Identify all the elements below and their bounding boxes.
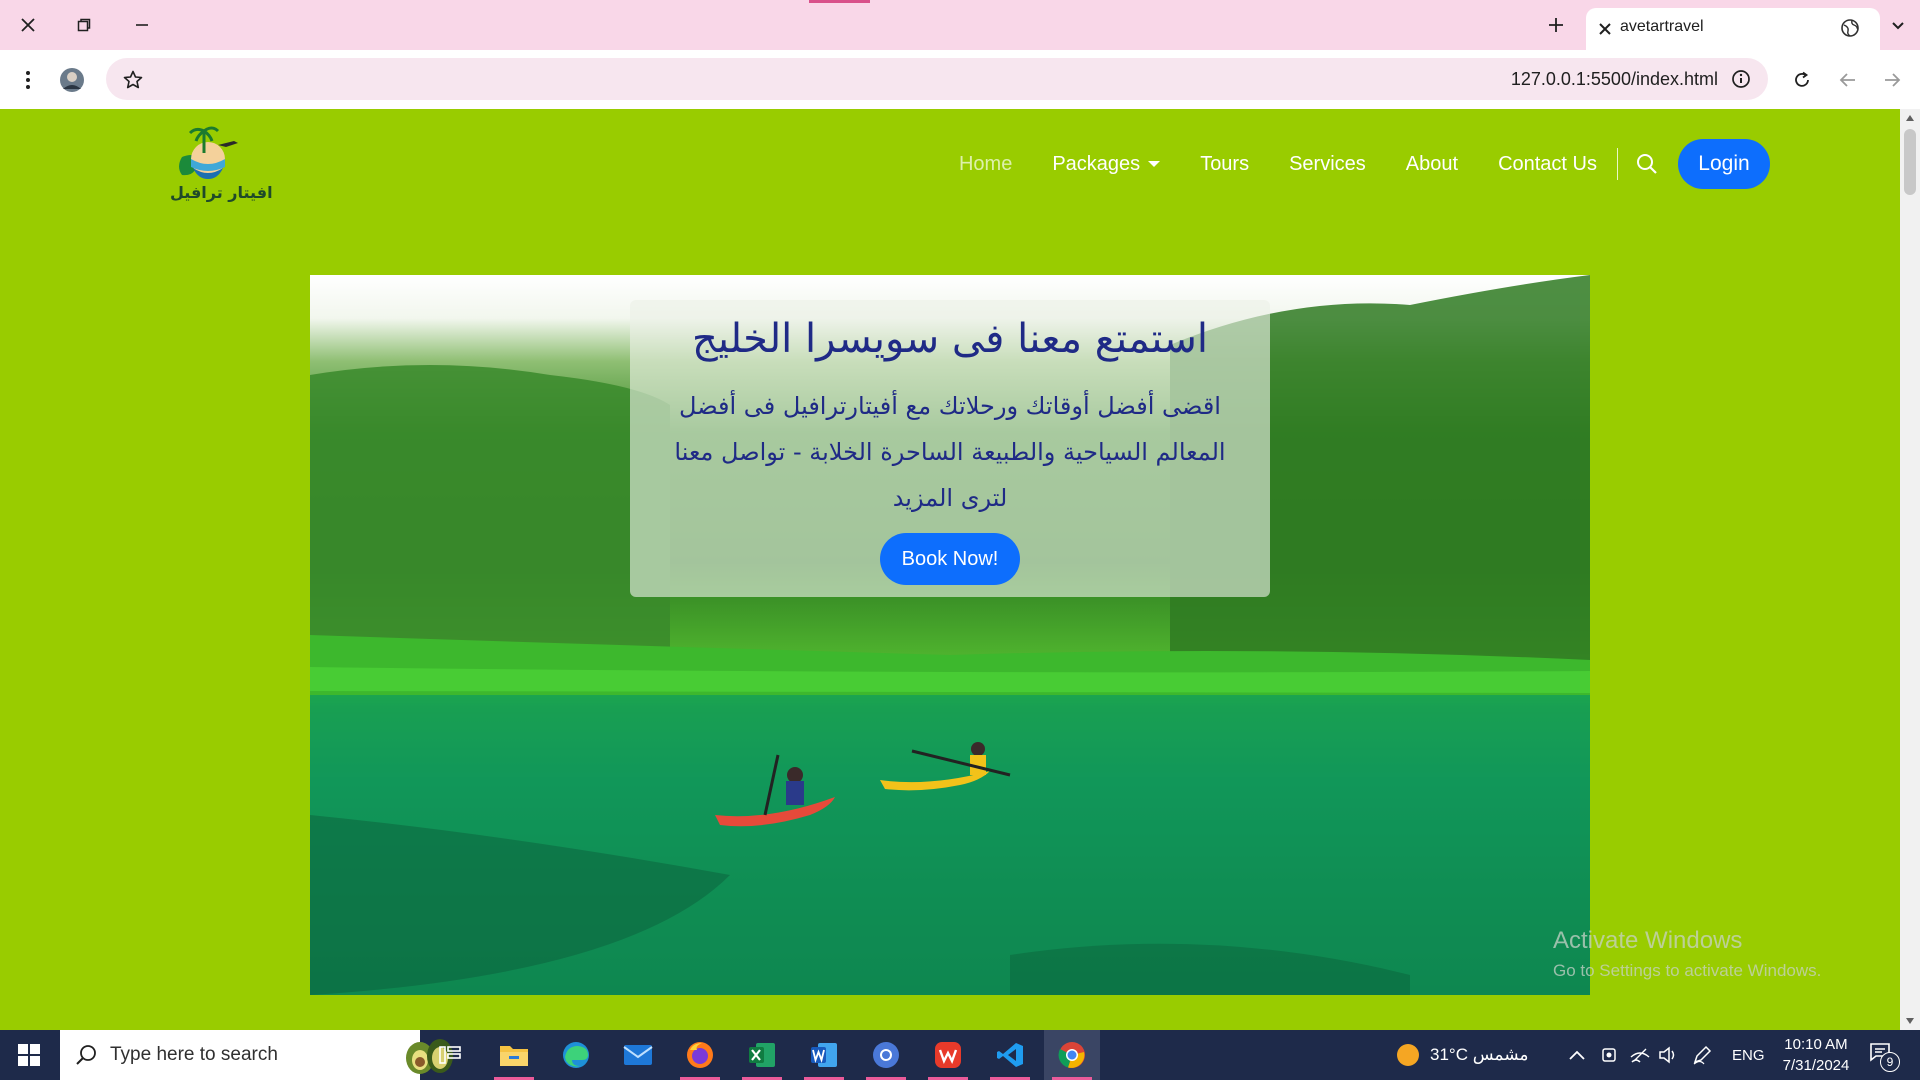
- restore-window-icon[interactable]: [70, 11, 98, 39]
- chrome-icon[interactable]: [1044, 1030, 1100, 1080]
- new-tab-icon[interactable]: [1542, 11, 1570, 39]
- nav-divider: [1617, 148, 1618, 180]
- tab-title: avetartravel: [1620, 18, 1704, 35]
- nav-about[interactable]: About: [1406, 153, 1458, 176]
- address-bar[interactable]: 127.0.0.1:5500/index.html: [106, 58, 1768, 100]
- windows-taskbar: Type here to search 31°C مشمس ENG 10:10 …: [0, 1030, 1920, 1080]
- browser-toolbar: 127.0.0.1:5500/index.html: [0, 50, 1920, 109]
- nav-contact-us[interactable]: Contact Us: [1498, 153, 1597, 176]
- meet-now-icon[interactable]: [1600, 1030, 1618, 1080]
- firefox-icon[interactable]: [672, 1030, 728, 1080]
- close-window-icon[interactable]: [14, 11, 42, 39]
- page-scrollbar[interactable]: [1900, 109, 1920, 1030]
- wps-office-icon[interactable]: [920, 1030, 976, 1080]
- watermark-line1: Activate Windows: [1553, 927, 1743, 954]
- scroll-up-icon[interactable]: [1906, 115, 1914, 121]
- clock-time: 10:10 AM: [1784, 1036, 1848, 1053]
- language-label: ENG: [1732, 1046, 1765, 1064]
- url-text: 127.0.0.1:5500/index.html: [1510, 69, 1718, 89]
- edge-icon[interactable]: [548, 1030, 604, 1080]
- nav-tours[interactable]: Tours: [1200, 153, 1249, 176]
- notification-count-badge: 9: [1880, 1052, 1900, 1072]
- file-explorer-icon[interactable]: [486, 1030, 542, 1080]
- search-icon[interactable]: [1636, 152, 1660, 176]
- task-view-icon[interactable]: [422, 1030, 478, 1080]
- dropdown-caret-icon: [1148, 161, 1161, 167]
- minimize-window-icon[interactable]: [128, 11, 156, 39]
- reload-icon[interactable]: [1788, 66, 1816, 94]
- hero-subtitle: اقضى أفضل أوقاتك ورحلاتك مع أفيتارترافيل…: [674, 392, 1226, 512]
- chromium-icon[interactable]: [858, 1030, 914, 1080]
- hero-banner: استمتع معنا فى سويسرا الخليج اقضى أفضل أ…: [310, 275, 1590, 995]
- page-viewport: افيتار ترافيل Home Packages Tours Servic…: [0, 109, 1900, 1030]
- forward-arrow-icon[interactable]: [1878, 66, 1906, 94]
- site-info-icon[interactable]: [1730, 68, 1752, 90]
- wifi-icon[interactable]: [1630, 1030, 1650, 1080]
- weather-widget[interactable]: 31°C مشمس: [1396, 1030, 1529, 1080]
- globe-icon: [1840, 18, 1860, 38]
- hero-card: استمتع معنا فى سويسرا الخليج اقضى أفضل أ…: [630, 300, 1270, 597]
- browser-tab-strip: avetartravel: [0, 0, 1920, 50]
- clock-date: 7/31/2024: [1782, 1057, 1850, 1074]
- hero-title: استمتع معنا فى سويسرا الخليج: [692, 316, 1208, 362]
- mail-icon[interactable]: [610, 1030, 666, 1080]
- pen-icon[interactable]: [1692, 1030, 1712, 1080]
- volume-icon[interactable]: [1658, 1030, 1678, 1080]
- tab-avetartravel[interactable]: avetartravel: [1586, 8, 1880, 50]
- tab-strip-accent: [809, 0, 870, 3]
- input-language[interactable]: ENG: [1732, 1030, 1765, 1080]
- activate-windows-watermark: Activate Windows Go to Settings to activ…: [1553, 927, 1821, 981]
- taskbar-search-box[interactable]: Type here to search: [60, 1030, 453, 1080]
- sun-icon: [1397, 1044, 1419, 1066]
- book-now-button[interactable]: Book Now!: [880, 533, 1020, 585]
- weather-text: 31°C مشمس: [1430, 1045, 1529, 1064]
- nav-packages-label: Packages: [1052, 152, 1141, 175]
- search-icon: [76, 1044, 98, 1071]
- watermark-line2: Go to Settings to activate Windows.: [1553, 961, 1822, 980]
- main-nav: Home Packages Tours Services About Conta…: [919, 139, 1770, 189]
- taskbar-search-placeholder: Type here to search: [110, 1044, 278, 1065]
- windows-start-icon[interactable]: [0, 1030, 58, 1080]
- bookmark-star-icon[interactable]: [122, 69, 144, 91]
- nav-services[interactable]: Services: [1289, 153, 1366, 176]
- tray-overflow-icon[interactable]: [1568, 1030, 1586, 1080]
- tab-search-chevron-icon[interactable]: [1884, 11, 1912, 39]
- scroll-thumb[interactable]: [1904, 129, 1916, 195]
- login-button[interactable]: Login: [1678, 139, 1770, 189]
- nav-packages[interactable]: Packages: [1052, 152, 1161, 176]
- logo-text: افيتار ترافيل: [170, 183, 273, 202]
- excel-icon[interactable]: [734, 1030, 790, 1080]
- tab-close-icon[interactable]: [1596, 20, 1614, 38]
- taskbar-clock[interactable]: 10:10 AM 7/31/2024: [1768, 1034, 1864, 1076]
- profile-avatar[interactable]: [58, 66, 86, 94]
- scroll-down-icon[interactable]: [1906, 1018, 1914, 1024]
- vscode-icon[interactable]: [982, 1030, 1038, 1080]
- browser-menu-icon[interactable]: [14, 66, 42, 94]
- word-icon[interactable]: [796, 1030, 852, 1080]
- back-arrow-icon[interactable]: [1834, 66, 1862, 94]
- nav-home[interactable]: Home: [959, 153, 1012, 176]
